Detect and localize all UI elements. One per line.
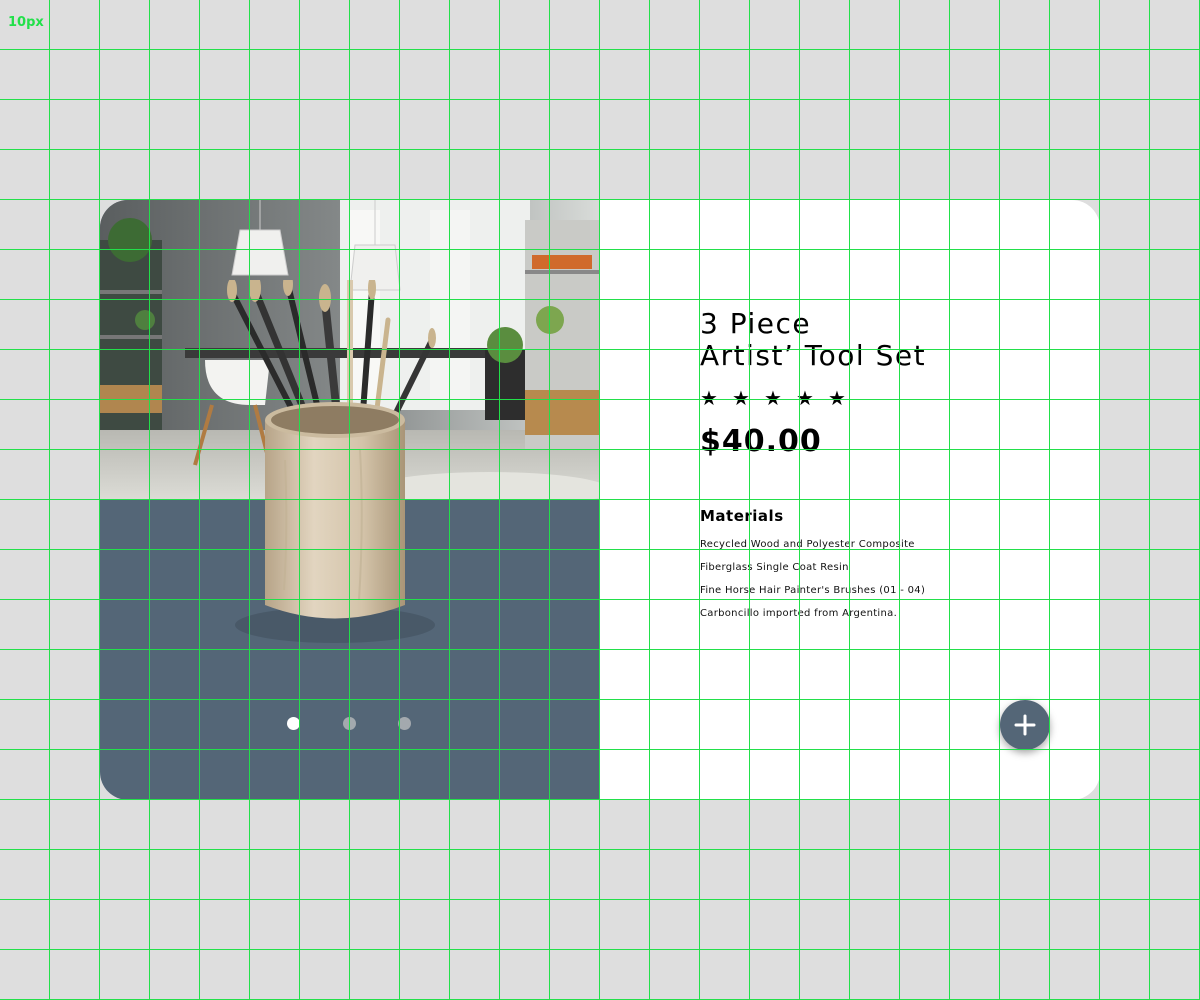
star-icon: ★ <box>764 386 782 410</box>
star-icon: ★ <box>796 386 814 410</box>
product-title: 3 Piece Artist’ Tool Set <box>700 308 1040 372</box>
product-rating: ★ ★ ★ ★ ★ <box>700 386 1040 410</box>
add-to-cart-button[interactable] <box>1000 700 1050 750</box>
carousel-dot-1[interactable] <box>287 717 300 730</box>
materials-heading: Materials <box>700 507 784 525</box>
brush-holder-product-image <box>227 280 436 643</box>
materials-item: Fiberglass Single Coat Resin <box>700 562 849 573</box>
star-icon: ★ <box>732 386 750 410</box>
product-card: 3 Piece Artist’ Tool Set ★ ★ ★ ★ ★ $40.00 Ma… <box>100 200 1100 800</box>
star-icon: ★ <box>828 386 846 410</box>
product-price: $40.00 <box>700 424 822 459</box>
materials-item: Carboncillo imported from Argentina. <box>700 608 898 619</box>
carousel-dot-3[interactable] <box>398 717 411 730</box>
materials-item: Fine Horse Hair Painter's Brushes (01 - … <box>700 585 926 596</box>
product-info: 3 Piece Artist’ Tool Set ★ ★ ★ ★ ★ $40.00 Ma… <box>700 308 1040 625</box>
plus-icon <box>1014 714 1036 736</box>
product-title-line-1: 3 Piece <box>700 307 812 340</box>
product-media-panel <box>100 200 600 800</box>
materials-list: Recycled Wood and Polyester Composite Fi… <box>700 533 1040 625</box>
materials-item: Recycled Wood and Polyester Composite <box>700 539 915 550</box>
grid-size-label: 10px <box>8 15 44 30</box>
product-title-line-2: Artist’ Tool Set <box>700 339 927 372</box>
carousel-dot-2[interactable] <box>343 717 356 730</box>
star-icon: ★ <box>700 386 718 410</box>
carousel-indicators <box>100 717 600 733</box>
